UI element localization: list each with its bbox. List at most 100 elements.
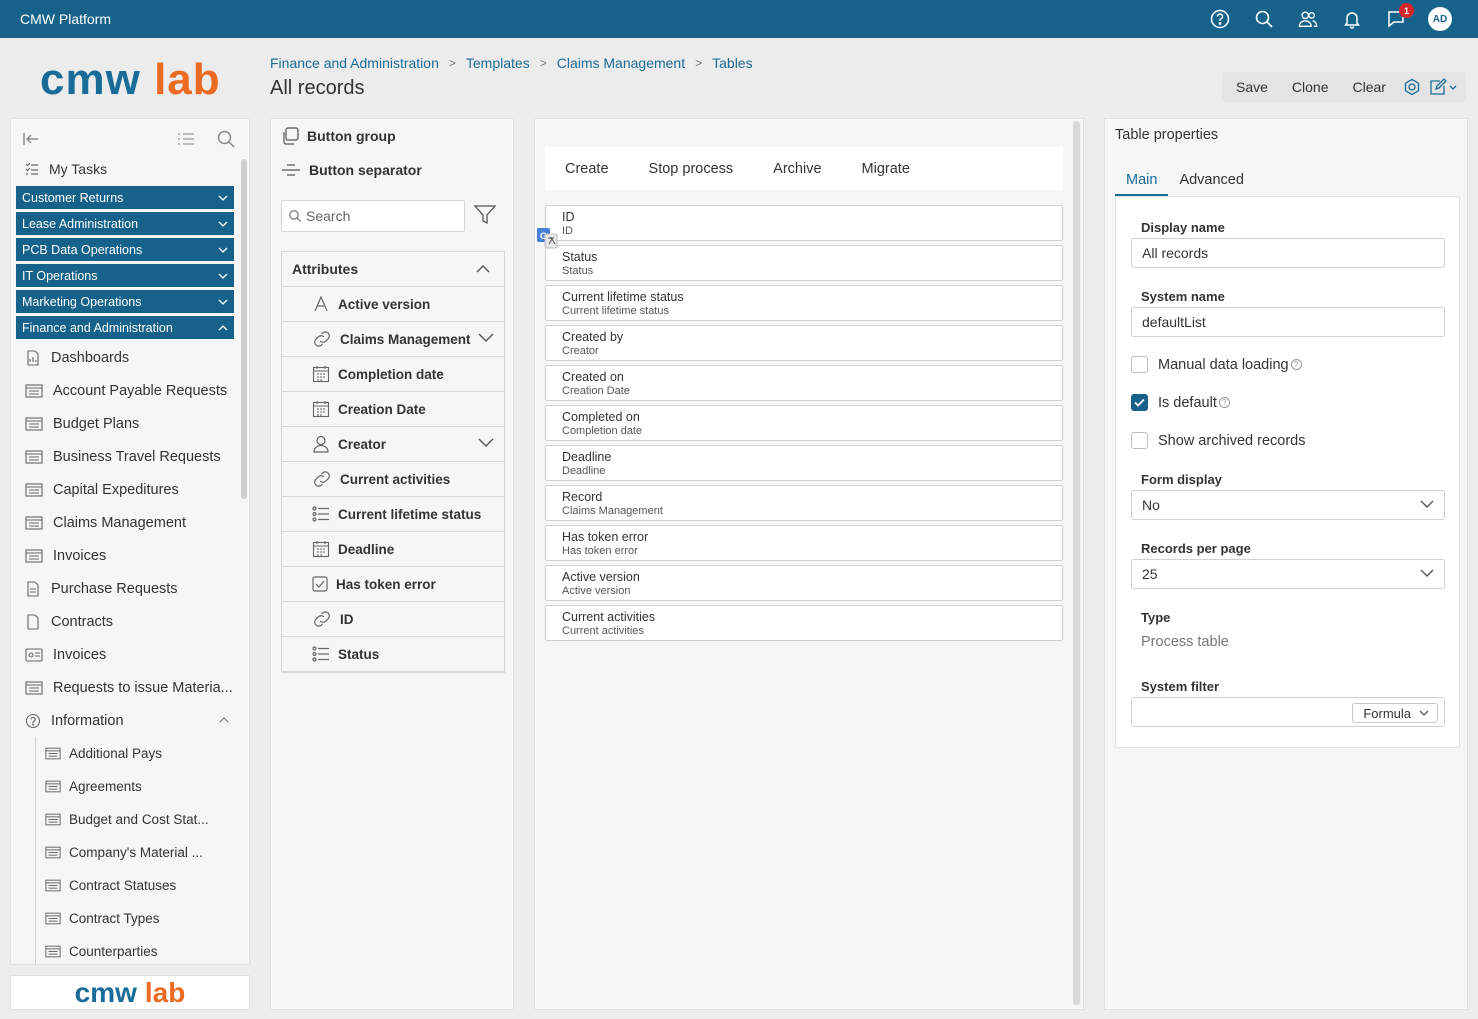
column-card[interactable]: Completed on Completion date	[545, 405, 1063, 441]
sidebar-item-account-payable-requests[interactable]: Account Payable Requests	[11, 374, 239, 407]
column-card[interactable]: ID ID	[545, 205, 1063, 241]
attribute-current-lifetime-status[interactable]: Current lifetime status	[282, 497, 504, 532]
attribute-active-version[interactable]: Active version	[282, 287, 504, 322]
clear-button[interactable]: Clear	[1341, 79, 1398, 95]
search-icon[interactable]	[1242, 6, 1286, 32]
sidebar-search-icon[interactable]	[216, 129, 236, 149]
sidebar-group-finance-and-administration[interactable]: Finance and Administration	[16, 316, 234, 339]
column-card[interactable]: Has token error Has token error	[545, 525, 1063, 561]
sidebar-item-invoices-2[interactable]: Invoices	[11, 638, 239, 671]
attribute-completion-date[interactable]: Completion date	[282, 357, 504, 392]
column-card[interactable]: Created by Creator	[545, 325, 1063, 361]
sidebar-scrollbar[interactable]	[241, 159, 247, 499]
breadcrumb-link[interactable]: Claims Management	[557, 55, 685, 71]
sidebar-subitem-company-material[interactable]: Company's Material ...	[11, 836, 239, 869]
breadcrumb-link[interactable]: Finance and Administration	[270, 55, 439, 71]
stop-process-button[interactable]: Stop process	[649, 161, 734, 177]
sidebar-item-purchase-requests[interactable]: Purchase Requests	[11, 572, 239, 605]
messages-icon[interactable]: 1	[1374, 3, 1418, 32]
tab-main[interactable]: Main	[1115, 169, 1169, 196]
user-avatar[interactable]: AD	[1418, 6, 1462, 32]
sidebar-group-pcb-data-operations[interactable]: PCB Data Operations	[16, 238, 234, 261]
avatar[interactable]: AD	[1428, 7, 1452, 31]
chevron-down-icon[interactable]	[478, 437, 494, 447]
translate-icon[interactable]: G	[536, 227, 558, 249]
formula-dropdown[interactable]: Formula	[1352, 703, 1438, 723]
sidebar-item-invoices[interactable]: Invoices	[11, 539, 239, 572]
logo[interactable]: cmw lab	[40, 58, 221, 102]
sidebar-group-lease-administration[interactable]: Lease Administration	[16, 212, 234, 235]
clone-button[interactable]: Clone	[1280, 79, 1341, 95]
sidebar-item-claims-management[interactable]: Claims Management	[11, 506, 239, 539]
chevron-down-icon[interactable]	[478, 332, 494, 342]
app-title[interactable]: CMW Platform	[20, 11, 111, 27]
manual-data-loading-checkbox[interactable]: Manual data loading?	[1131, 356, 1302, 373]
sidebar-subitem-additional-pays[interactable]: Additional Pays	[11, 737, 239, 770]
sidebar-subitem-contract-statuses[interactable]: Contract Statuses	[11, 869, 239, 902]
list-view-icon[interactable]	[176, 129, 196, 149]
checkbox-checked[interactable]	[1131, 394, 1148, 411]
attribute-deadline[interactable]: Deadline	[282, 532, 504, 567]
display-name-input[interactable]: All records	[1131, 238, 1445, 268]
settings-icon[interactable]	[1400, 75, 1424, 99]
canvas-scrollbar[interactable]	[1073, 121, 1080, 1005]
edit-menu-icon[interactable]	[1426, 75, 1460, 99]
breadcrumb-link[interactable]: Tables	[712, 55, 752, 71]
archive-button[interactable]: Archive	[773, 161, 821, 177]
attribute-claims-management[interactable]: Claims Management	[282, 322, 504, 357]
help-icon[interactable]: ?	[1218, 397, 1230, 408]
attributes-header[interactable]: Attributes	[282, 252, 504, 287]
sidebar-item-information[interactable]: Information	[11, 704, 239, 737]
sidebar-item-budget-plans[interactable]: Budget Plans	[11, 407, 239, 440]
breadcrumb-link[interactable]: Templates	[466, 55, 530, 71]
save-button[interactable]: Save	[1224, 79, 1280, 95]
sidebar-item-contracts[interactable]: Contracts	[11, 605, 239, 638]
system-name-input[interactable]: defaultList	[1131, 307, 1445, 337]
bell-icon[interactable]	[1330, 6, 1374, 32]
sidebar-item-capital-expeditures[interactable]: Capital Expeditures	[11, 473, 239, 506]
system-filter-input[interactable]: Formula	[1131, 697, 1445, 727]
sidebar-group-marketing-operations[interactable]: Marketing Operations	[16, 290, 234, 313]
migrate-button[interactable]: Migrate	[862, 161, 910, 177]
filter-icon[interactable]	[474, 205, 496, 225]
column-card[interactable]: Status Status	[545, 245, 1063, 281]
checkbox-unchecked[interactable]	[1131, 356, 1148, 373]
is-default-checkbox[interactable]: Is default?	[1131, 394, 1230, 411]
attribute-status[interactable]: Status	[282, 637, 504, 672]
help-icon[interactable]	[1198, 6, 1242, 32]
form-display-select[interactable]: No	[1131, 490, 1445, 520]
tab-advanced[interactable]: Advanced	[1168, 169, 1255, 196]
sidebar-subitem-contract-types[interactable]: Contract Types	[11, 902, 239, 935]
attribute-creator[interactable]: Creator	[282, 427, 504, 462]
column-card[interactable]: Created on Creation Date	[545, 365, 1063, 401]
records-per-page-select[interactable]: 25	[1131, 559, 1445, 589]
sidebar-group-customer-returns[interactable]: Customer Returns	[16, 186, 234, 209]
users-icon[interactable]	[1286, 6, 1330, 32]
sidebar-item-dashboards[interactable]: Dashboards	[11, 341, 239, 374]
show-archived-checkbox[interactable]: Show archived records	[1131, 432, 1306, 449]
attribute-current-activities[interactable]: Current activities	[282, 462, 504, 497]
column-card[interactable]: Current lifetime status Current lifetime …	[545, 285, 1063, 321]
column-card[interactable]: Record Claims Management	[545, 485, 1063, 521]
column-card[interactable]: Current activities Current activities	[545, 605, 1063, 641]
help-icon[interactable]: ?	[1290, 359, 1302, 370]
palette-search-input[interactable]: Search	[281, 200, 465, 232]
button-group-item[interactable]: Button group	[281, 127, 396, 145]
attribute-has-token-error[interactable]: Has token error	[282, 567, 504, 602]
sidebar-subitem-counterparties[interactable]: Counterparties	[11, 935, 239, 964]
button-separator-item[interactable]: Button separator	[281, 162, 422, 178]
sidebar-item-business-travel-requests[interactable]: Business Travel Requests	[11, 440, 239, 473]
attribute-creation-date[interactable]: Creation Date	[282, 392, 504, 427]
sidebar-subitem-agreements[interactable]: Agreements	[11, 770, 239, 803]
column-card[interactable]: Active version Active version	[545, 565, 1063, 601]
collapse-sidebar-icon[interactable]	[21, 129, 41, 149]
sidebar-item-requests-to-issue-materials[interactable]: Requests to issue Materia...	[11, 671, 239, 704]
sidebar-item-my-tasks[interactable]: My Tasks	[11, 159, 239, 179]
create-button[interactable]: Create	[565, 161, 609, 177]
checkbox-unchecked[interactable]	[1131, 432, 1148, 449]
sidebar-subitem-budget-and-cost[interactable]: Budget and Cost Stat...	[11, 803, 239, 836]
chevron-up-icon[interactable]	[219, 717, 229, 723]
attribute-id[interactable]: ID	[282, 602, 504, 637]
column-card[interactable]: Deadline Deadline	[545, 445, 1063, 481]
sidebar-group-it-operations[interactable]: IT Operations	[16, 264, 234, 287]
